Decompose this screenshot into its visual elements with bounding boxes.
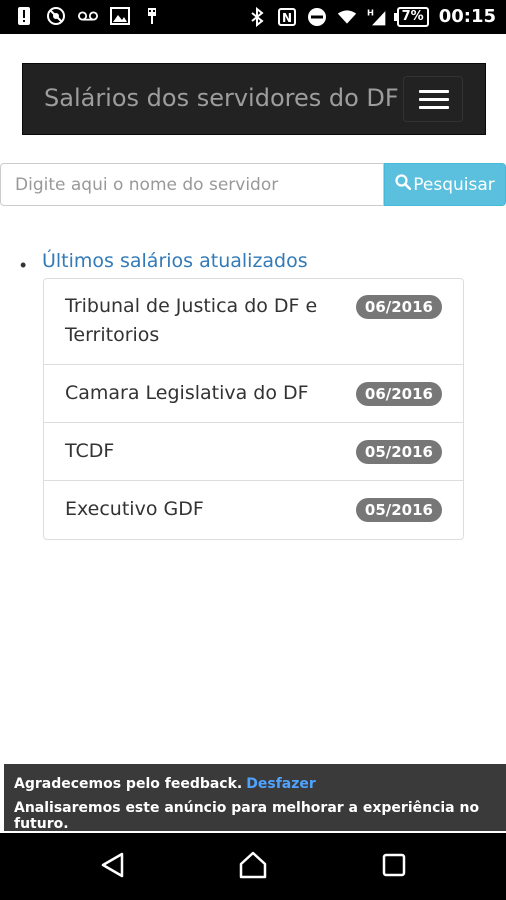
- search-icon: [395, 174, 412, 195]
- page-title[interactable]: Salários dos servidores do DF: [44, 84, 399, 112]
- list-item-label: Tribunal de Justica do DF e Territorios: [65, 295, 318, 346]
- svg-text:H: H: [367, 7, 374, 17]
- status-bar: N H 7% 00:15: [0, 0, 506, 34]
- list-item-cldf[interactable]: Camara Legislativa do DF 06/2016: [44, 365, 463, 423]
- nfc-icon: N: [277, 7, 297, 27]
- recents-icon: [382, 853, 406, 882]
- undo-button[interactable]: Desfazer: [246, 776, 316, 792]
- salary-list: Tribunal de Justica do DF e Territorios …: [43, 278, 464, 540]
- back-icon: [100, 851, 126, 884]
- signal-icon: H: [367, 7, 387, 27]
- home-button[interactable]: [233, 847, 273, 887]
- list-item-tcdf[interactable]: TCDF 05/2016: [44, 423, 463, 481]
- svg-text:N: N: [282, 11, 292, 25]
- status-notifications: [14, 6, 162, 26]
- snackbar-title-row: Agradecemos pelo feedback. Desfazer: [14, 776, 496, 792]
- search-input[interactable]: [0, 163, 384, 206]
- list-item-label: Camara Legislativa do DF: [65, 382, 309, 404]
- snackbar-message: Analisaremos este anúncio para melhorar …: [14, 800, 480, 832]
- clock: 00:15: [438, 6, 496, 27]
- menu-toggle-button[interactable]: [403, 76, 463, 122]
- latest-salaries-link[interactable]: Últimos salários atualizados: [42, 250, 308, 272]
- home-icon: [238, 851, 268, 884]
- system-navigation-bar: [0, 833, 506, 900]
- do-not-disturb-icon: [307, 7, 327, 27]
- image-icon: [110, 6, 130, 26]
- date-badge: 05/2016: [355, 498, 442, 522]
- warning-icon: [14, 6, 34, 26]
- wifi-icon: [337, 7, 357, 27]
- battery-icon: 7%: [393, 6, 429, 27]
- no-camera-icon: [46, 6, 66, 26]
- usb-icon: [142, 6, 162, 26]
- snackbar-title: Agradecemos pelo feedback.: [14, 776, 243, 792]
- feedback-snackbar: Agradecemos pelo feedback. Desfazer Anali…: [4, 764, 506, 832]
- date-badge: 06/2016: [355, 295, 442, 319]
- list-bullet: •: [20, 255, 27, 275]
- list-item-label: Executivo GDF: [65, 498, 204, 520]
- navbar: Salários dos servidores do DF: [22, 63, 486, 135]
- back-button[interactable]: [93, 847, 133, 887]
- bluetooth-icon: [247, 6, 267, 27]
- list-item-tjdft[interactable]: Tribunal de Justica do DF e Territorios …: [44, 279, 463, 365]
- recents-button[interactable]: [374, 847, 414, 887]
- status-system: N H 7% 00:15: [247, 6, 496, 27]
- list-item-executivo-gdf[interactable]: Executivo GDF 05/2016: [44, 481, 463, 539]
- date-badge: 05/2016: [355, 440, 442, 464]
- search-button[interactable]: Pesquisar: [384, 163, 506, 206]
- date-badge: 06/2016: [355, 382, 442, 406]
- voicemail-icon: [78, 6, 98, 26]
- search-button-label: Pesquisar: [413, 174, 495, 195]
- list-item-label: TCDF: [65, 440, 115, 462]
